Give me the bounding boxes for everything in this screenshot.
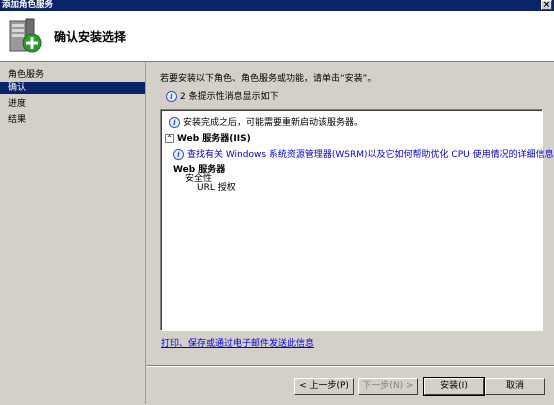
info-summary: i2 条提示性消息显示如下 [166,89,279,102]
button-bar: < 上一步(P) 下一步(N) > 安装(I) 取消 [146,365,554,405]
add-role-services-window: 添加角色服务 × 确认安装选择 角色服务 确认 进度 结果 若要安装以下角色、角… [0,0,554,404]
restart-notice-text: 安装完成之后，可能需要重新启动该服务器。 [183,118,364,128]
restart-notice: i 安装完成之后，可能需要重新启动该服务器。 [169,115,363,128]
sidebar-item-label: 进度 [8,99,27,109]
sidebar: 角色服务 确认 进度 结果 [0,62,146,404]
wsrm-link-text[interactable]: 查找有关 Windows 系统资源管理器(WSRM)以及它如何帮助优化 CPU … [187,150,554,160]
instruction-text: 若要安装以下角色、角色服务或功能，请单击“安装”。 [160,74,377,84]
title-bar[interactable]: 添加角色服务 × [0,0,554,11]
sidebar-item-confirm[interactable]: 确认 [0,82,145,94]
cancel-button[interactable]: 取消 [485,378,545,395]
print-save-email-link[interactable]: 打印、保存或通过电子邮件发送此信息 [161,336,314,349]
section-header-web-server[interactable]: ^ Web 服务器(IIS) [165,131,251,144]
page-title: 确认安装选择 [54,30,127,44]
header-banner: 确认安装选择 [0,11,554,62]
info-summary-text: 2 条提示性消息显示如下 [180,92,279,102]
sidebar-item-label: 确认 [8,83,27,93]
sidebar-item-progress[interactable]: 进度 [0,98,145,110]
install-button[interactable]: 安装(I) [423,377,485,396]
wsrm-info-link[interactable]: i 查找有关 Windows 系统资源管理器(WSRM)以及它如何帮助优化 CPU… [173,147,554,160]
confirmation-list[interactable]: i 安装完成之后，可能需要重新启动该服务器。 ^ Web 服务器(IIS) i 查找有… [160,109,554,331]
next-button[interactable]: 下一步(N) > [358,378,418,395]
sidebar-group-role-services: 角色服务 [8,70,45,80]
server-add-icon [9,18,42,53]
main-content: 若要安装以下角色、角色服务或功能，请单击“安装”。 i2 条提示性消息显示如下 … [146,62,554,365]
sidebar-item-results[interactable]: 结果 [0,114,145,126]
section-title: Web 服务器(IIS) [177,134,251,144]
info-icon: i [166,91,177,102]
sub-item-url-authorization: URL 授权 [197,183,236,193]
close-button[interactable]: × [541,0,552,10]
info-icon: i [169,117,180,128]
window-title: 添加角色服务 [2,0,54,10]
sidebar-item-label: 结果 [8,115,27,125]
previous-button[interactable]: < 上一步(P) [294,378,354,395]
print-link-text[interactable]: 打印、保存或通过电子邮件发送此信息 [161,339,314,349]
collapse-icon[interactable]: ^ [165,134,174,143]
info-icon: i [173,149,184,160]
